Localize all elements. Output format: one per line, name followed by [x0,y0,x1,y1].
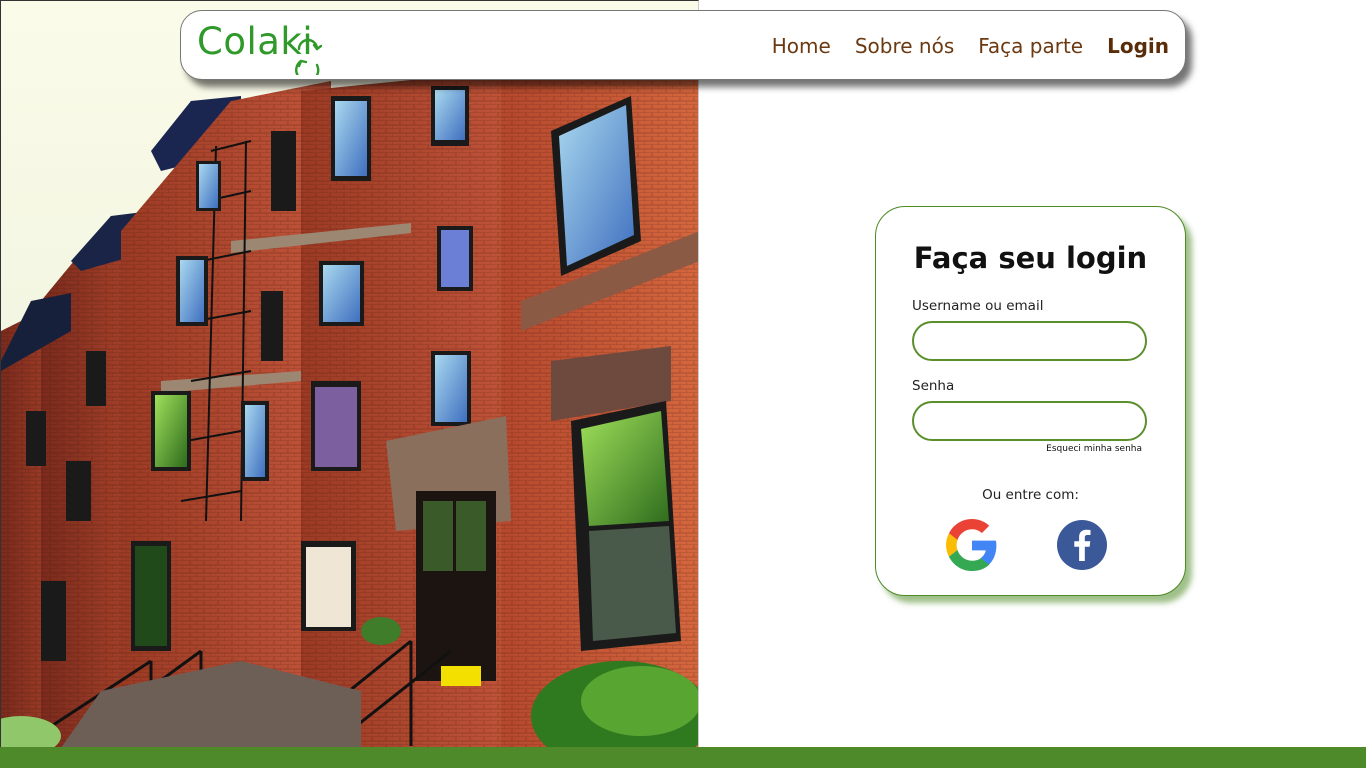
nav-item-sobre-nos[interactable]: Sobre nós [855,34,954,58]
google-login-button[interactable] [946,519,998,571]
top-navbar: Colaki Home Sobre nós Faça parte Login [180,10,1186,80]
password-label: Senha [912,378,955,394]
hero-image [0,0,699,747]
nav-item-home[interactable]: Home [772,34,831,58]
nav-item-login[interactable]: Login [1107,34,1169,58]
google-icon [946,519,997,571]
username-label: Username ou email [912,298,1044,314]
facebook-icon [1057,520,1107,570]
recycle-arrows-icon [295,38,323,75]
login-page: Colaki Home Sobre nós Faça parte Login F… [0,0,1366,768]
login-title: Faça seu login [913,241,1148,275]
facebook-login-button[interactable] [1056,519,1108,571]
password-input[interactable] [912,401,1147,441]
nav-item-faca-parte[interactable]: Faça parte [978,34,1083,58]
login-card: Faça seu login Username ou email Senha E… [875,206,1186,596]
main-nav: Home Sobre nós Faça parte Login [772,11,1169,81]
forgot-password-link[interactable]: Esqueci minha senha [1046,444,1142,454]
alt-login-label: Ou entre com: [982,487,1079,503]
footer-bar [0,747,1366,768]
username-input[interactable] [912,321,1147,361]
